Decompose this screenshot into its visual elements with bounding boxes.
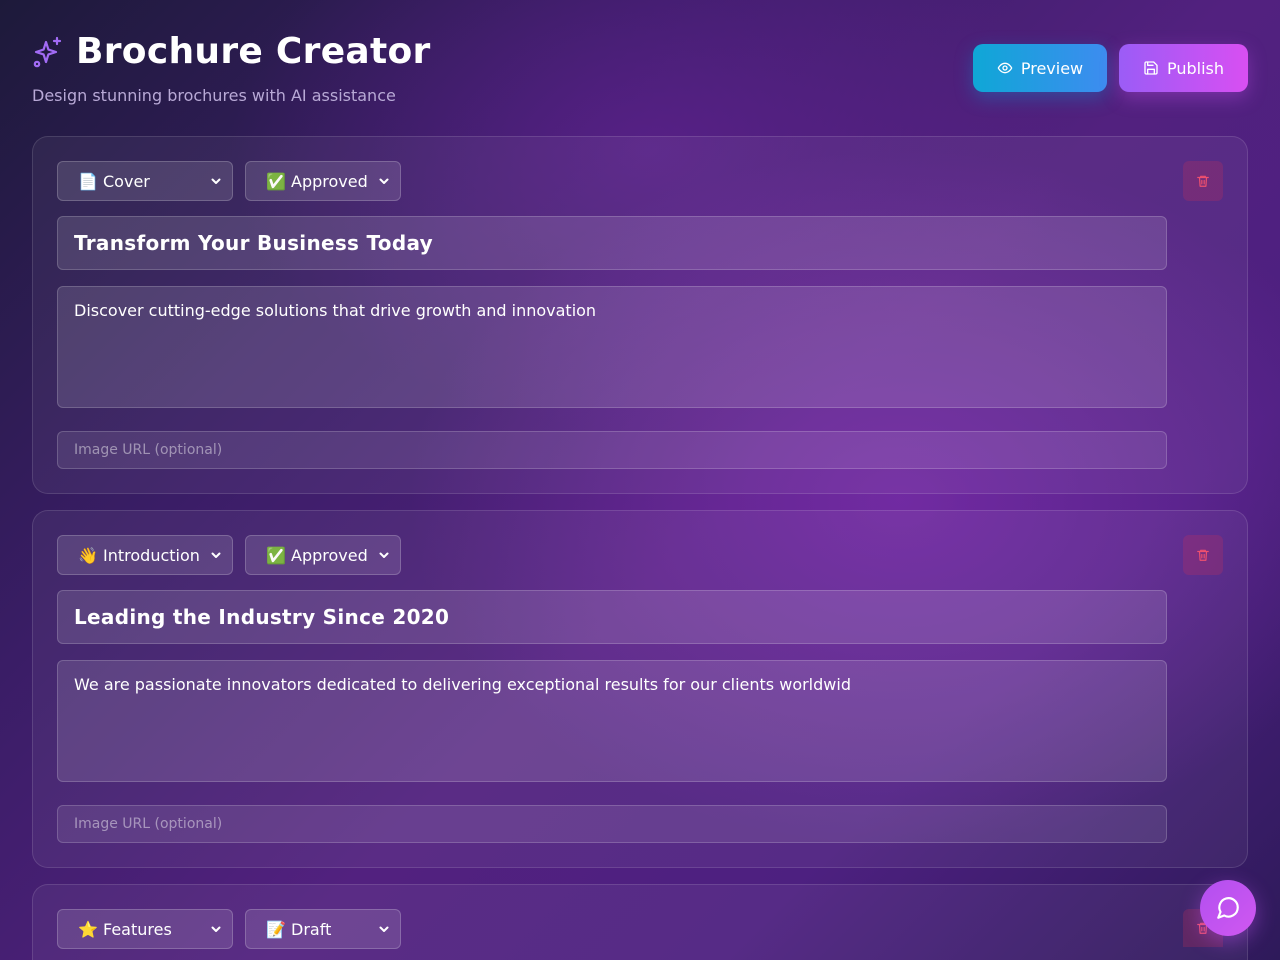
chevron-down-icon	[211, 926, 221, 932]
save-icon	[1144, 61, 1158, 75]
section-status-select[interactable]: ✅ Approved	[245, 161, 401, 201]
section-controls: 📄 Cover ✅ Approved	[57, 161, 401, 201]
trash-icon	[1197, 175, 1209, 187]
image-url-input[interactable]: Image URL (optional)	[57, 805, 1167, 843]
chevron-down-icon	[211, 552, 221, 558]
section-status-select[interactable]: ✅ Approved	[245, 535, 401, 575]
section-status-value: ✅ Approved	[266, 545, 368, 565]
section-type-value: 📄 Cover	[78, 171, 150, 191]
section-type-value: ⭐ Features	[78, 919, 172, 939]
chevron-down-icon	[379, 178, 389, 184]
section-status-value: ✅ Approved	[266, 171, 368, 191]
section-type-value: 👋 Introduction	[78, 545, 200, 565]
section-card: 👋 Introduction ✅ Approved Leading the In…	[32, 510, 1248, 868]
section-body-textarea[interactable]: We are passionate innovators dedicated t…	[57, 660, 1167, 782]
page-title: Brochure Creator	[76, 31, 431, 72]
section-status-select[interactable]: 📝 Draft	[245, 909, 401, 949]
section-controls: ⭐ Features 📝 Draft	[57, 909, 401, 949]
chat-button[interactable]	[1200, 880, 1256, 936]
section-heading-input[interactable]: Leading the Industry Since 2020	[57, 590, 1167, 644]
chat-bubble-icon	[1217, 897, 1239, 919]
app-header: Brochure Creator Design stunning brochur…	[32, 30, 1248, 110]
section-heading-input[interactable]: Transform Your Business Today	[57, 216, 1167, 270]
sparkles-icon	[33, 36, 62, 68]
preview-label: Preview	[1020, 58, 1084, 78]
preview-button[interactable]: Preview	[973, 44, 1107, 92]
chevron-down-icon	[379, 552, 389, 558]
delete-section-button[interactable]	[1183, 161, 1223, 201]
trash-icon	[1197, 549, 1209, 561]
eye-icon	[997, 62, 1013, 74]
image-url-input[interactable]: Image URL (optional)	[57, 431, 1167, 469]
section-controls: 👋 Introduction ✅ Approved	[57, 535, 401, 575]
header-actions: Preview Publish	[973, 44, 1248, 92]
delete-section-button[interactable]	[1183, 535, 1223, 575]
section-card: 📄 Cover ✅ Approved Transform Your Busine…	[32, 136, 1248, 494]
publish-button[interactable]: Publish	[1119, 44, 1248, 92]
chevron-down-icon	[379, 926, 389, 932]
chevron-down-icon	[211, 178, 221, 184]
section-body-textarea[interactable]: Discover cutting-edge solutions that dri…	[57, 286, 1167, 408]
section-type-select[interactable]: 📄 Cover	[57, 161, 233, 201]
section-status-value: 📝 Draft	[266, 919, 332, 939]
section-type-select[interactable]: ⭐ Features	[57, 909, 233, 949]
section-type-select[interactable]: 👋 Introduction	[57, 535, 233, 575]
publish-label: Publish	[1166, 58, 1225, 78]
section-card: ⭐ Features 📝 Draft	[32, 884, 1248, 960]
